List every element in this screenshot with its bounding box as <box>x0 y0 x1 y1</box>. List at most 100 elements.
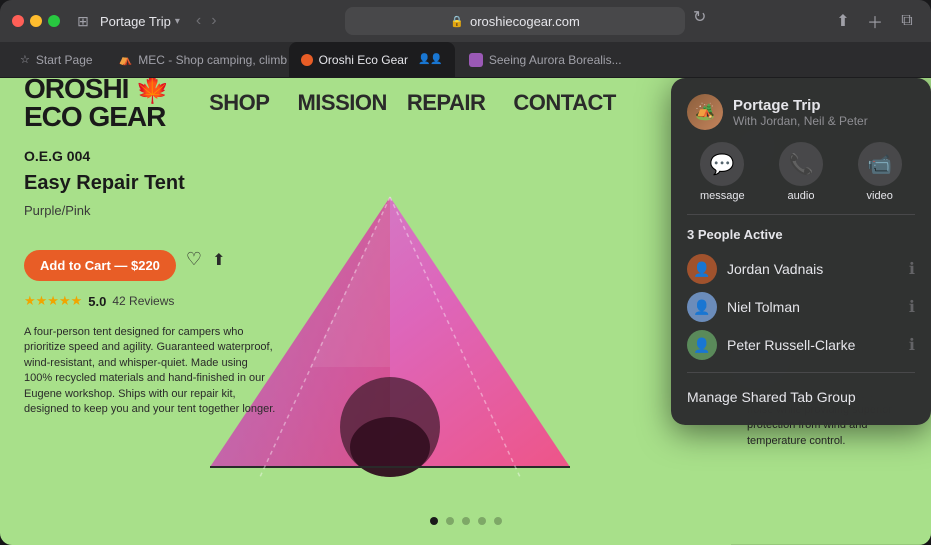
message-action[interactable]: 💬 message <box>687 142 758 202</box>
tab-label-start: Start Page <box>36 53 93 67</box>
traffic-lights <box>12 15 60 27</box>
title-bar: ⊞ Portage Trip ▾ ‹ › 🔒 oroshiecogear.com… <box>0 0 931 42</box>
nav-shop[interactable]: SHOP <box>209 90 269 116</box>
divider-1 <box>687 214 915 215</box>
tab-group-title-text: Portage Trip <box>100 14 171 29</box>
people-list: 👤 Jordan Vadnais ℹ 👤 Niel Tolman ℹ 👤 <box>687 254 915 360</box>
new-tab-button[interactable]: ＋ <box>863 9 887 33</box>
info-icon-peter[interactable]: ℹ <box>909 335 915 355</box>
message-label: message <box>700 190 745 202</box>
avatar-peter: 👤 <box>687 330 717 360</box>
divider-2 <box>687 372 915 373</box>
content-area: OROSHI 🍁 ECO GEAR SHOP MISSION REPAIR CO… <box>0 78 931 545</box>
video-icon-circle: 📹 <box>858 142 902 186</box>
reload-button[interactable]: ↻ <box>693 7 706 35</box>
product-description: A four-person tent designed for campers … <box>24 325 276 417</box>
tab-group-name[interactable]: Portage Trip ▾ <box>100 14 180 29</box>
product-code: O.E.G 004 <box>24 148 276 164</box>
product-name: Easy Repair Tent <box>24 172 276 195</box>
tab-sharing-avatars: 👤👤 <box>418 54 443 65</box>
lock-icon: 🔒 <box>450 15 464 28</box>
fullscreen-button[interactable] <box>48 15 60 27</box>
group-avatar: 🏕️ <box>687 94 723 130</box>
close-button[interactable] <box>12 15 24 27</box>
address-text: oroshiecogear.com <box>470 14 580 29</box>
dot-2[interactable] <box>446 517 454 525</box>
star-icons: ★★★★★ <box>24 293 82 309</box>
avatar-niel: 👤 <box>687 292 717 322</box>
audio-label: audio <box>788 190 815 202</box>
forward-button[interactable]: › <box>207 10 220 32</box>
share-icon[interactable]: ⬆ <box>831 9 855 33</box>
person-row-niel[interactable]: 👤 Niel Tolman ℹ <box>687 292 915 322</box>
wishlist-icon[interactable]: ♡ <box>186 249 202 270</box>
person-row-peter[interactable]: 👤 Peter Russell-Clarke ℹ <box>687 330 915 360</box>
back-button[interactable]: ‹ <box>192 10 205 32</box>
address-bar[interactable]: 🔒 oroshiecogear.com <box>345 7 685 35</box>
video-label: video <box>867 190 893 202</box>
tab-group-popover: 🏕️ Portage Trip With Jordan, Neil & Pete… <box>671 78 931 425</box>
aurora-favicon <box>469 53 483 67</box>
star-icon: ☆ <box>20 53 30 66</box>
video-action[interactable]: 📹 video <box>844 142 915 202</box>
rating-score: 5.0 <box>88 294 106 309</box>
tent-icon: ⛺ <box>119 53 133 66</box>
tab-mec[interactable]: ⛺ MEC - Shop camping, climbing... <box>107 42 287 77</box>
rating-count: 42 Reviews <box>112 294 174 308</box>
tab-oroshi[interactable]: Oroshi Eco Gear 👤👤 <box>289 42 455 77</box>
dot-1[interactable] <box>430 517 438 525</box>
product-color: Purple/Pink <box>24 203 276 218</box>
tab-label-aurora: Seeing Aurora Borealis... <box>489 53 622 67</box>
dot-4[interactable] <box>478 517 486 525</box>
nav-contact[interactable]: CONTACT <box>513 90 615 116</box>
avatar-peter-emoji: 👤 <box>693 337 710 354</box>
person-name-jordan: Jordan Vadnais <box>727 261 899 277</box>
tab-start-page[interactable]: ☆ Start Page <box>8 42 105 77</box>
group-subtitle: With Jordan, Neil & Peter <box>733 114 868 128</box>
group-avatar-emoji: 🏕️ <box>695 102 715 122</box>
chevron-down-icon: ▾ <box>175 16 180 27</box>
avatar-jordan-emoji: 👤 <box>693 261 710 278</box>
address-bar-container: 🔒 oroshiecogear.com ↻ <box>229 7 823 35</box>
people-active-label: 3 People Active <box>687 227 915 242</box>
tab-group-grid-icon: ⊞ <box>74 12 92 30</box>
nav-repair[interactable]: REPAIR <box>407 90 486 116</box>
add-to-cart-label: Add to Cart — $220 <box>40 258 160 273</box>
person-name-niel: Niel Tolman <box>727 299 899 315</box>
group-title: Portage Trip <box>733 97 868 114</box>
nav-arrows: ‹ › <box>192 10 221 32</box>
rating-row: ★★★★★ 5.0 42 Reviews <box>24 293 276 309</box>
site-nav-links-2: REPAIR CONTACT <box>407 90 616 116</box>
avatar-jordan: 👤 <box>687 254 717 284</box>
avatar-niel-emoji: 👤 <box>693 299 710 316</box>
carousel-dots <box>430 517 502 525</box>
nav-mission[interactable]: MISSION <box>297 90 386 116</box>
communication-actions: 💬 message 📞 audio 📹 video <box>687 142 915 202</box>
manage-shared-tab-group-button[interactable]: Manage Shared Tab Group <box>687 385 915 409</box>
site-nav-links: SHOP MISSION <box>209 90 387 116</box>
popover-header: 🏕️ Portage Trip With Jordan, Neil & Pete… <box>687 94 915 130</box>
audio-icon-circle: 📞 <box>779 142 823 186</box>
tab-overview-button[interactable]: ⧉ <box>895 9 919 33</box>
tab-aurora[interactable]: Seeing Aurora Borealis... <box>457 42 634 77</box>
message-icon-circle: 💬 <box>700 142 744 186</box>
toolbar-actions: ⬆ ＋ ⧉ <box>831 9 919 33</box>
site-logo: OROSHI 🍁 ECO GEAR <box>24 78 169 131</box>
hero-left: O.E.G 004 Easy Repair Tent Purple/Pink A… <box>0 128 300 545</box>
person-row-jordan[interactable]: 👤 Jordan Vadnais ℹ <box>687 254 915 284</box>
minimize-button[interactable] <box>30 15 42 27</box>
share-product-icon[interactable]: ⬆ <box>212 250 225 270</box>
tab-label-mec: MEC - Shop camping, climbing... <box>138 53 286 67</box>
browser-window: ⊞ Portage Trip ▾ ‹ › 🔒 oroshiecogear.com… <box>0 0 931 545</box>
audio-action[interactable]: 📞 audio <box>766 142 837 202</box>
group-info: Portage Trip With Jordan, Neil & Peter <box>733 97 868 128</box>
info-icon-jordan[interactable]: ℹ <box>909 259 915 279</box>
add-to-cart-button[interactable]: Add to Cart — $220 <box>24 250 176 281</box>
info-icon-niel[interactable]: ℹ <box>909 297 915 317</box>
dot-3[interactable] <box>462 517 470 525</box>
oroshi-favicon <box>301 54 313 66</box>
tabs-bar: ☆ Start Page ⛺ MEC - Shop camping, climb… <box>0 42 931 78</box>
person-name-peter: Peter Russell-Clarke <box>727 337 899 353</box>
tab-label-oroshi: Oroshi Eco Gear <box>319 53 408 67</box>
dot-5[interactable] <box>494 517 502 525</box>
